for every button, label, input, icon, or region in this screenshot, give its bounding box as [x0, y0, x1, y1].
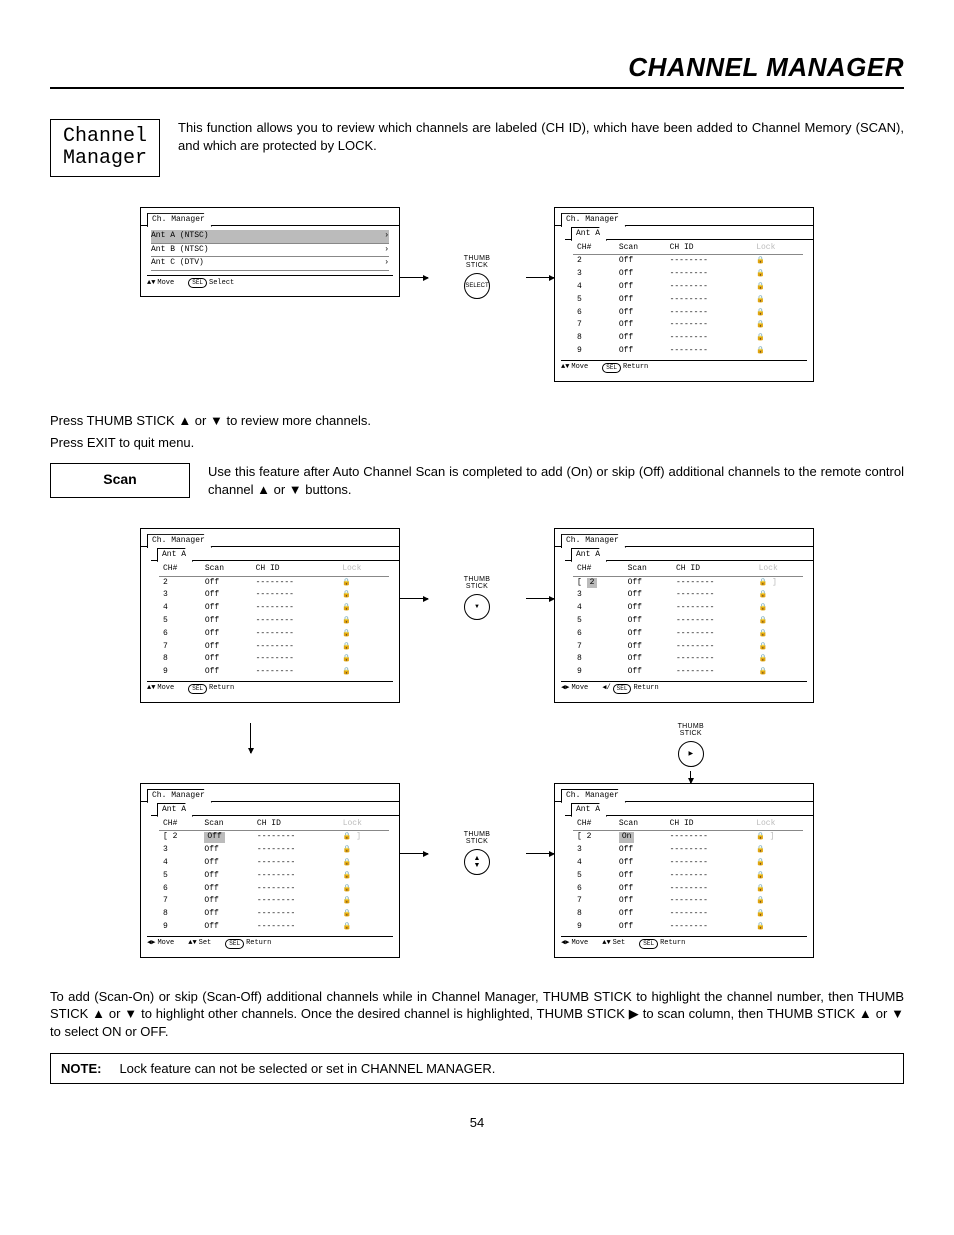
menu-item-ant-b[interactable]: Ant B (NTSC)›	[151, 244, 389, 258]
thumb-stick-connector: THUMB STICK SELECT	[400, 207, 554, 347]
note-text: Lock feature can not be selected or set …	[119, 1061, 495, 1076]
note-prefix: NOTE:	[61, 1061, 101, 1076]
channel-manager-label-box: Channel Manager	[50, 119, 160, 177]
menu-item-ant-c[interactable]: Ant C (DTV)›	[151, 257, 389, 271]
osd-panel-list-1: Ch. Manager Ant A CH#ScanCH IDLock 2Off-…	[554, 207, 814, 382]
osd-panel-list-2: Ch. Manager Ant A CH#ScanCH IDLock 2Off-…	[140, 528, 400, 703]
thumb-stick-right-connector: THUMB STICK ▶	[678, 723, 704, 783]
scan-label-box: Scan	[50, 463, 190, 498]
osd-tab-main: Ch. Manager	[561, 213, 626, 227]
channel-table: CH#ScanCH IDLock 2Off--------🔒3Off------…	[573, 242, 803, 358]
page-title: CHANNEL MANAGER	[50, 50, 904, 89]
osd-panel-list-3: Ch. Manager Ant A CH#ScanCH IDLock [ 2Of…	[554, 528, 814, 703]
scan-paragraph: Use this feature after Auto Channel Scan…	[208, 463, 904, 498]
footer-move: ▲▼ Move	[147, 278, 174, 288]
press-line-1: Press THUMB STICK ▲ or ▼ to review more …	[50, 412, 904, 430]
select-icon: SELECT	[464, 273, 490, 299]
footer-select: SEL Select	[188, 278, 234, 288]
footer-return: SEL Return	[602, 363, 648, 373]
thumb-stick-updown-icon: ▲▼	[464, 849, 490, 875]
note-box: NOTE: Lock feature can not be selected or…	[50, 1053, 904, 1085]
press-line-2: Press EXIT to quit menu.	[50, 434, 904, 452]
osd-panel-list-4: Ch. Manager Ant A CH#ScanCH IDLock [ 2Of…	[140, 783, 400, 958]
to-add-paragraph: To add (Scan-On) or skip (Scan-Off) addi…	[50, 988, 904, 1041]
footer-move: ▲▼ Move	[561, 363, 588, 373]
osd-panel-menu: Ch. Manager Ant A (NTSC)› Ant B (NTSC)› …	[140, 207, 400, 297]
osd-panel-list-5: Ch. Manager Ant A CH#ScanCH IDLock [ 2On…	[554, 783, 814, 958]
thumb-stick-down-icon: ▼	[464, 594, 490, 620]
intro-paragraph: This function allows you to review which…	[178, 119, 904, 177]
osd-tab-main: Ch. Manager	[147, 213, 212, 227]
page-number: 54	[50, 1114, 904, 1132]
arrow-down-left	[250, 723, 251, 753]
osd-tab-ant-a: Ant A	[571, 227, 607, 241]
menu-item-ant-a[interactable]: Ant A (NTSC)›	[151, 230, 389, 244]
